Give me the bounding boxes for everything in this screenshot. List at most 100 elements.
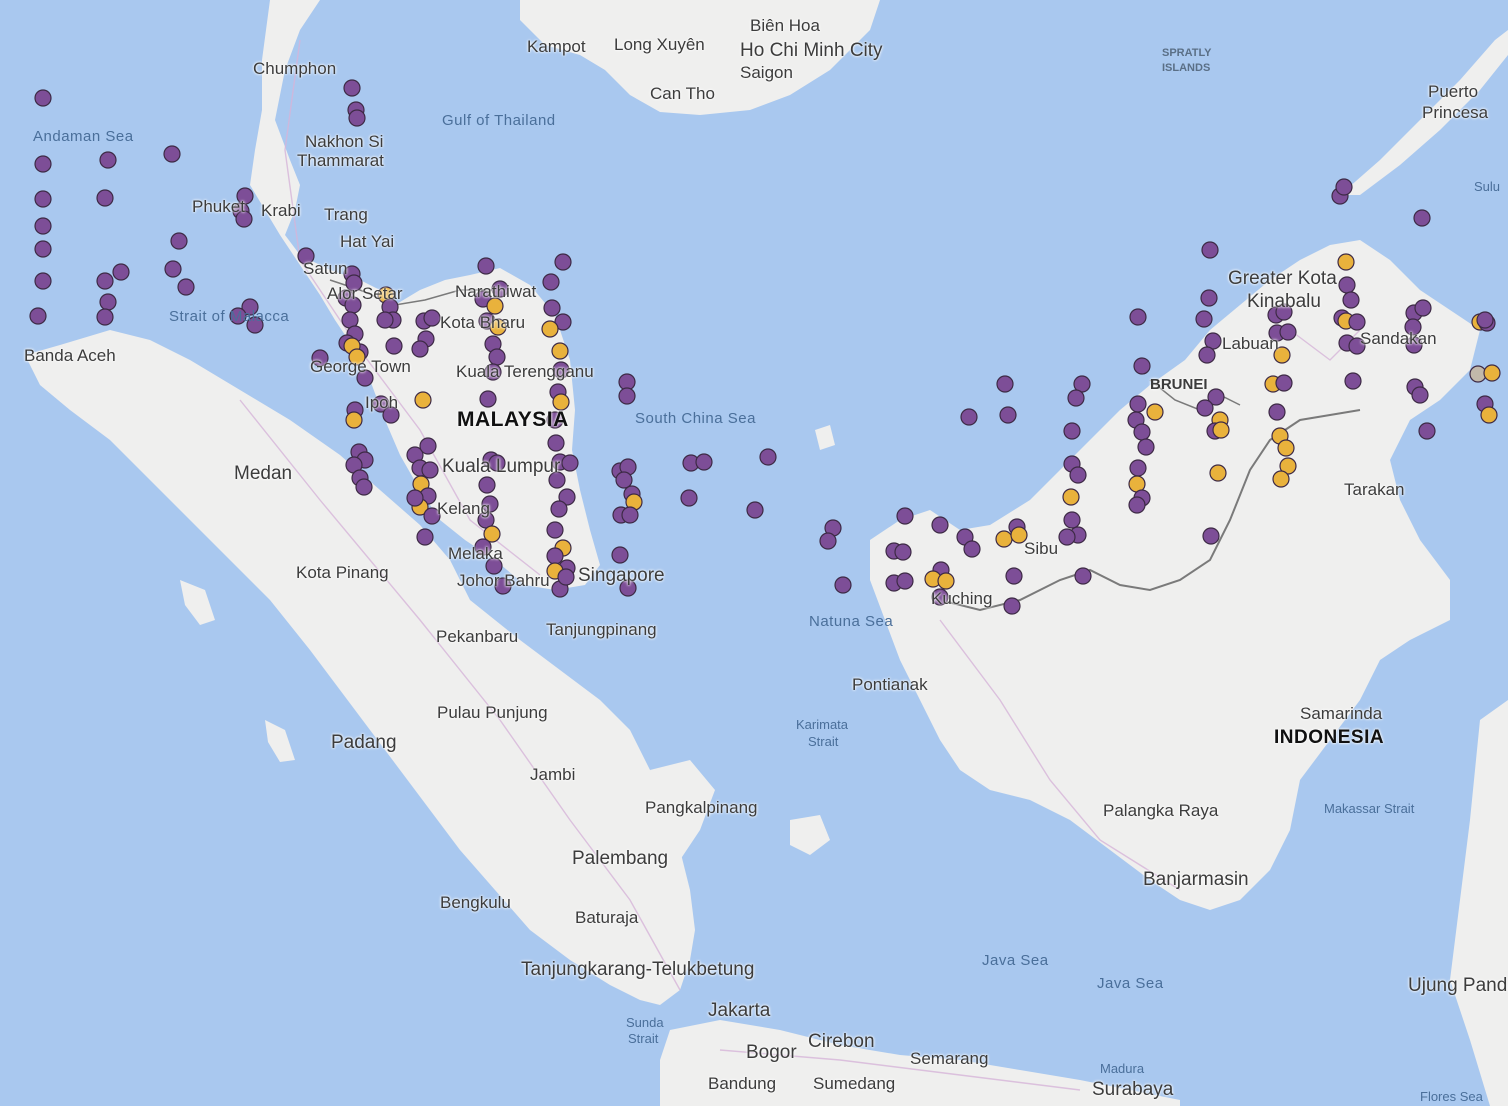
map-marker-purple[interactable] [996, 375, 1014, 393]
map-marker-purple[interactable] [34, 272, 52, 290]
map-marker-purple[interactable] [547, 434, 565, 452]
map-marker-purple[interactable] [1128, 496, 1146, 514]
map-marker-yellow[interactable] [1483, 364, 1501, 382]
map-marker-purple[interactable] [34, 240, 52, 258]
map-marker-purple[interactable] [1411, 386, 1429, 404]
map-marker-purple[interactable] [963, 540, 981, 558]
map-marker-purple[interactable] [999, 406, 1017, 424]
map-marker-purple[interactable] [1137, 438, 1155, 456]
map-marker-purple[interactable] [680, 489, 698, 507]
map-marker-yellow[interactable] [1272, 470, 1290, 488]
map-marker-yellow[interactable] [1146, 403, 1164, 421]
map-marker-purple[interactable] [960, 408, 978, 426]
map-marker-purple[interactable] [1275, 374, 1293, 392]
map-marker-purple[interactable] [550, 500, 568, 518]
map-marker-purple[interactable] [1201, 241, 1219, 259]
map-marker-purple[interactable] [343, 79, 361, 97]
map-marker-purple[interactable] [1129, 459, 1147, 477]
map-marker-purple[interactable] [1414, 299, 1432, 317]
map-marker-yellow[interactable] [551, 342, 569, 360]
map-marker-purple[interactable] [1063, 422, 1081, 440]
map-marker-purple[interactable] [34, 155, 52, 173]
map-marker-purple[interactable] [177, 278, 195, 296]
map-marker-purple[interactable] [479, 390, 497, 408]
map-marker-purple[interactable] [819, 532, 837, 550]
map-marker-purple[interactable] [1200, 289, 1218, 307]
map-marker-purple[interactable] [99, 151, 117, 169]
map-marker-purple[interactable] [1342, 291, 1360, 309]
map-marker-purple[interactable] [621, 506, 639, 524]
map-marker-purple[interactable] [834, 576, 852, 594]
map-marker-purple[interactable] [542, 273, 560, 291]
map-marker-purple[interactable] [1279, 323, 1297, 341]
map-marker-purple[interactable] [1338, 276, 1356, 294]
map-marker-purple[interactable] [896, 572, 914, 590]
map-marker-purple[interactable] [348, 109, 366, 127]
map-marker-purple[interactable] [759, 448, 777, 466]
map-marker-purple[interactable] [1058, 528, 1076, 546]
map-marker-purple[interactable] [546, 547, 564, 565]
map-marker-purple[interactable] [99, 293, 117, 311]
map-marker-yellow[interactable] [937, 572, 955, 590]
map-marker-purple[interactable] [406, 489, 424, 507]
map-marker-purple[interactable] [164, 260, 182, 278]
map-marker-purple[interactable] [1129, 308, 1147, 326]
map-marker-purple[interactable] [1335, 178, 1353, 196]
map-marker-purple[interactable] [1005, 567, 1023, 585]
map-marker-purple[interactable] [931, 516, 949, 534]
map-marker-purple[interactable] [29, 307, 47, 325]
map-marker-yellow[interactable] [1337, 253, 1355, 271]
map-marker-purple[interactable] [1348, 313, 1366, 331]
map-marker-purple[interactable] [96, 189, 114, 207]
map-marker-purple[interactable] [355, 478, 373, 496]
map-marker-purple[interactable] [1069, 466, 1087, 484]
map-marker-purple[interactable] [34, 89, 52, 107]
map-marker-purple[interactable] [1067, 389, 1085, 407]
map-marker-purple[interactable] [112, 263, 130, 281]
map-marker-purple[interactable] [170, 232, 188, 250]
map-marker-purple[interactable] [1195, 310, 1213, 328]
map-marker-purple[interactable] [1074, 567, 1092, 585]
map-marker-yellow[interactable] [1062, 488, 1080, 506]
map-marker-purple[interactable] [695, 453, 713, 471]
map-view[interactable]: Biên Hoa Kampot Long Xuyên Ho Chi Minh C… [0, 0, 1508, 1106]
map-marker-yellow[interactable] [414, 391, 432, 409]
map-marker-purple[interactable] [557, 568, 575, 586]
map-marker-purple[interactable] [376, 311, 394, 329]
map-marker-yellow[interactable] [345, 411, 363, 429]
map-marker-purple[interactable] [411, 340, 429, 358]
map-marker-purple[interactable] [554, 253, 572, 271]
map-marker-purple[interactable] [894, 543, 912, 561]
map-marker-yellow[interactable] [995, 530, 1013, 548]
map-marker-yellow[interactable] [1212, 421, 1230, 439]
map-marker-purple[interactable] [546, 521, 564, 539]
map-marker-purple[interactable] [1344, 372, 1362, 390]
map-marker-purple[interactable] [1418, 422, 1436, 440]
map-marker-purple[interactable] [746, 501, 764, 519]
map-marker-purple[interactable] [478, 476, 496, 494]
map-marker-purple[interactable] [416, 528, 434, 546]
map-marker-yellow[interactable] [1277, 439, 1295, 457]
map-marker-purple[interactable] [561, 454, 579, 472]
map-marker-purple[interactable] [543, 299, 561, 317]
map-marker-purple[interactable] [1196, 399, 1214, 417]
map-marker-purple[interactable] [1202, 527, 1220, 545]
map-marker-purple[interactable] [34, 217, 52, 235]
map-marker-yellow[interactable] [541, 320, 559, 338]
map-marker-yellow[interactable] [1480, 406, 1498, 424]
map-marker-purple[interactable] [419, 437, 437, 455]
map-marker-purple[interactable] [96, 272, 114, 290]
map-marker-purple[interactable] [477, 257, 495, 275]
map-marker-purple[interactable] [163, 145, 181, 163]
map-marker-purple[interactable] [1003, 597, 1021, 615]
map-marker-purple[interactable] [1133, 423, 1151, 441]
map-marker-purple[interactable] [1198, 346, 1216, 364]
map-marker-purple[interactable] [1476, 311, 1494, 329]
map-marker-purple[interactable] [423, 309, 441, 327]
map-marker-purple[interactable] [1133, 357, 1151, 375]
map-marker-purple[interactable] [1129, 395, 1147, 413]
map-marker-purple[interactable] [1268, 403, 1286, 421]
map-marker-purple[interactable] [421, 461, 439, 479]
map-marker-purple[interactable] [615, 471, 633, 489]
map-marker-purple[interactable] [1413, 209, 1431, 227]
